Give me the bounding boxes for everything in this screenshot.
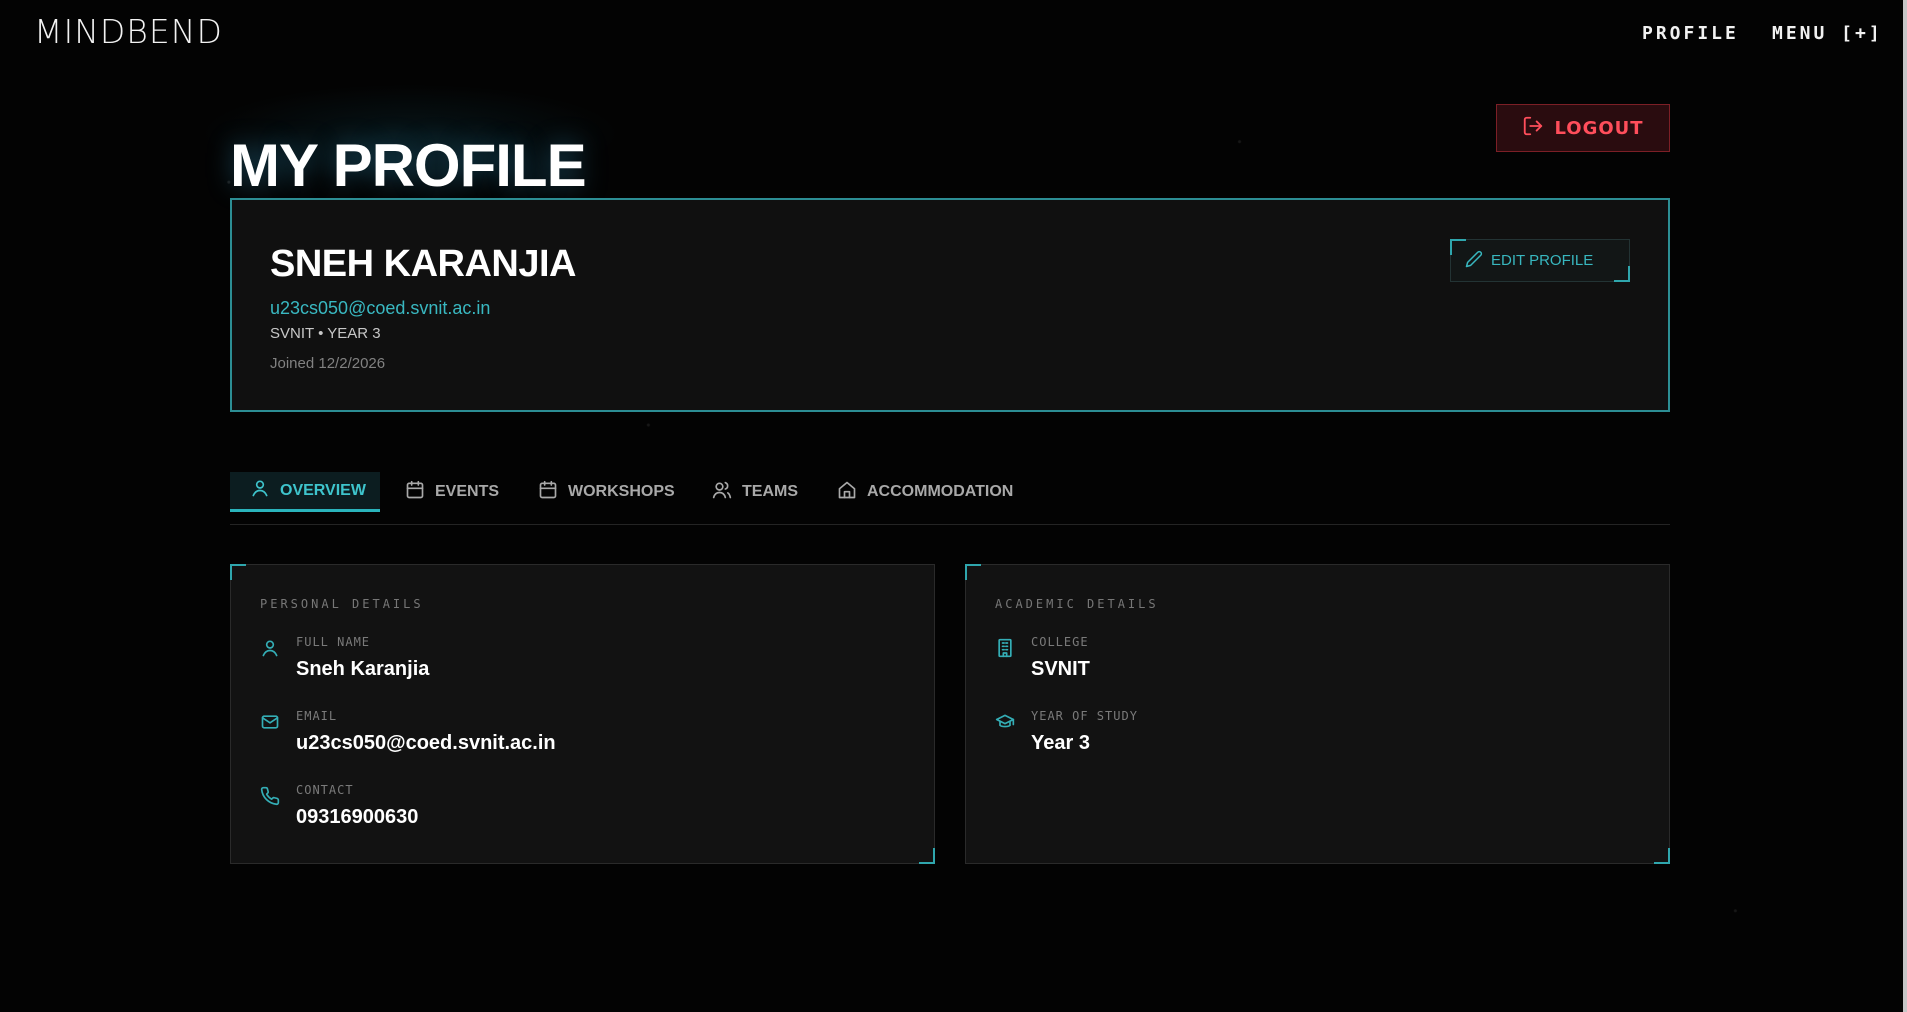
window-right-edge (1903, 0, 1907, 1012)
academic-details-title: ACADEMIC DETAILS (995, 597, 1159, 611)
menu-nav-link[interactable]: MENU [+] (1772, 23, 1883, 44)
phone-icon (260, 786, 282, 808)
email-row: EMAIL u23cs050@coed.svnit.ac.in (260, 709, 900, 767)
card-corner-bottom-right (1654, 848, 1670, 864)
full-name-row: FULL NAME Sneh Karanjia (260, 635, 900, 693)
tab-events[interactable]: EVENTS (405, 472, 499, 512)
edit-profile-button[interactable]: EDIT PROFILE (1450, 239, 1630, 282)
year-of-study-value: Year 3 (1031, 732, 1090, 754)
user-icon (260, 638, 282, 660)
personal-details-card: PERSONAL DETAILS FULL NAME Sneh Karanjia… (230, 564, 935, 864)
logout-label: LOGOUT (1554, 117, 1644, 139)
card-corner-top-left (965, 564, 981, 580)
academic-details-card: ACADEMIC DETAILS COLLEGE SVNIT YEAR OF S… (965, 564, 1670, 864)
tab-overview-label: OVERVIEW (280, 481, 366, 499)
user-icon (250, 478, 270, 503)
contact-label: CONTACT (296, 783, 354, 797)
full-name-value: Sneh Karanjia (296, 658, 430, 680)
profile-name: SNEH KARANJIA (270, 243, 576, 285)
profile-summary-card: SNEH KARANJIA u23cs050@coed.svnit.ac.in … (230, 198, 1670, 412)
contact-row: CONTACT 09316900630 (260, 783, 900, 841)
calendar-icon (405, 480, 425, 505)
tab-events-label: EVENTS (435, 483, 500, 500)
edit-corner-bottom-right (1614, 266, 1630, 282)
profile-page: { "topnav": { "logo": "MINDBEND", "profi… (0, 0, 1907, 1012)
contact-value: 09316900630 (296, 806, 419, 828)
home-icon (837, 480, 857, 505)
email-label: EMAIL (296, 709, 338, 723)
tab-workshops-label: WORKSHOPS (568, 483, 675, 500)
logout-button[interactable]: LOGOUT (1496, 104, 1670, 152)
year-of-study-label: YEAR OF STUDY (1031, 709, 1138, 723)
pencil-icon (1465, 250, 1483, 272)
college-value: SVNIT (1031, 658, 1090, 680)
card-corner-top-left (230, 564, 246, 580)
college-row: COLLEGE SVNIT (995, 635, 1635, 693)
profile-joined-date: Joined 12/2/2026 (270, 355, 386, 372)
card-corner-bottom-right (919, 848, 935, 864)
college-label: COLLEGE (1031, 635, 1089, 649)
full-name-label: FULL NAME (296, 635, 371, 649)
tab-teams[interactable]: TEAMS (712, 472, 798, 512)
logout-icon (1522, 115, 1544, 142)
tab-workshops[interactable]: WORKSHOPS (538, 472, 675, 512)
edit-corner-top-left (1450, 239, 1466, 255)
building-icon (995, 638, 1017, 660)
tab-teams-label: TEAMS (742, 483, 798, 500)
profile-nav-link[interactable]: PROFILE (1642, 23, 1739, 44)
personal-details-title: PERSONAL DETAILS (260, 597, 424, 611)
profile-email: u23cs050@coed.svnit.ac.in (270, 298, 491, 318)
edit-profile-label: EDIT PROFILE (1491, 252, 1594, 269)
calendar-icon (538, 480, 558, 505)
mail-icon (260, 712, 282, 734)
profile-tabs: OVERVIEW EVENTS WORKSHOPS TEAMS ACCOMMOD… (230, 472, 1670, 525)
email-value: u23cs050@coed.svnit.ac.in (296, 732, 556, 754)
year-of-study-row: YEAR OF STUDY Year 3 (995, 709, 1635, 767)
tab-accommodation-label: ACCOMMODATION (867, 483, 1014, 500)
graduation-cap-icon (995, 712, 1017, 734)
page-title: MY PROFILE (230, 132, 587, 200)
brand-logo[interactable]: MINDBEND (34, 15, 223, 48)
top-navigation: MINDBEND PROFILE MENU [+] (0, 0, 1907, 68)
profile-college-year: SVNIT • YEAR 3 (270, 325, 381, 342)
tab-accommodation[interactable]: ACCOMMODATION (837, 472, 1013, 512)
users-icon (712, 480, 732, 505)
tab-overview[interactable]: OVERVIEW (230, 472, 380, 512)
